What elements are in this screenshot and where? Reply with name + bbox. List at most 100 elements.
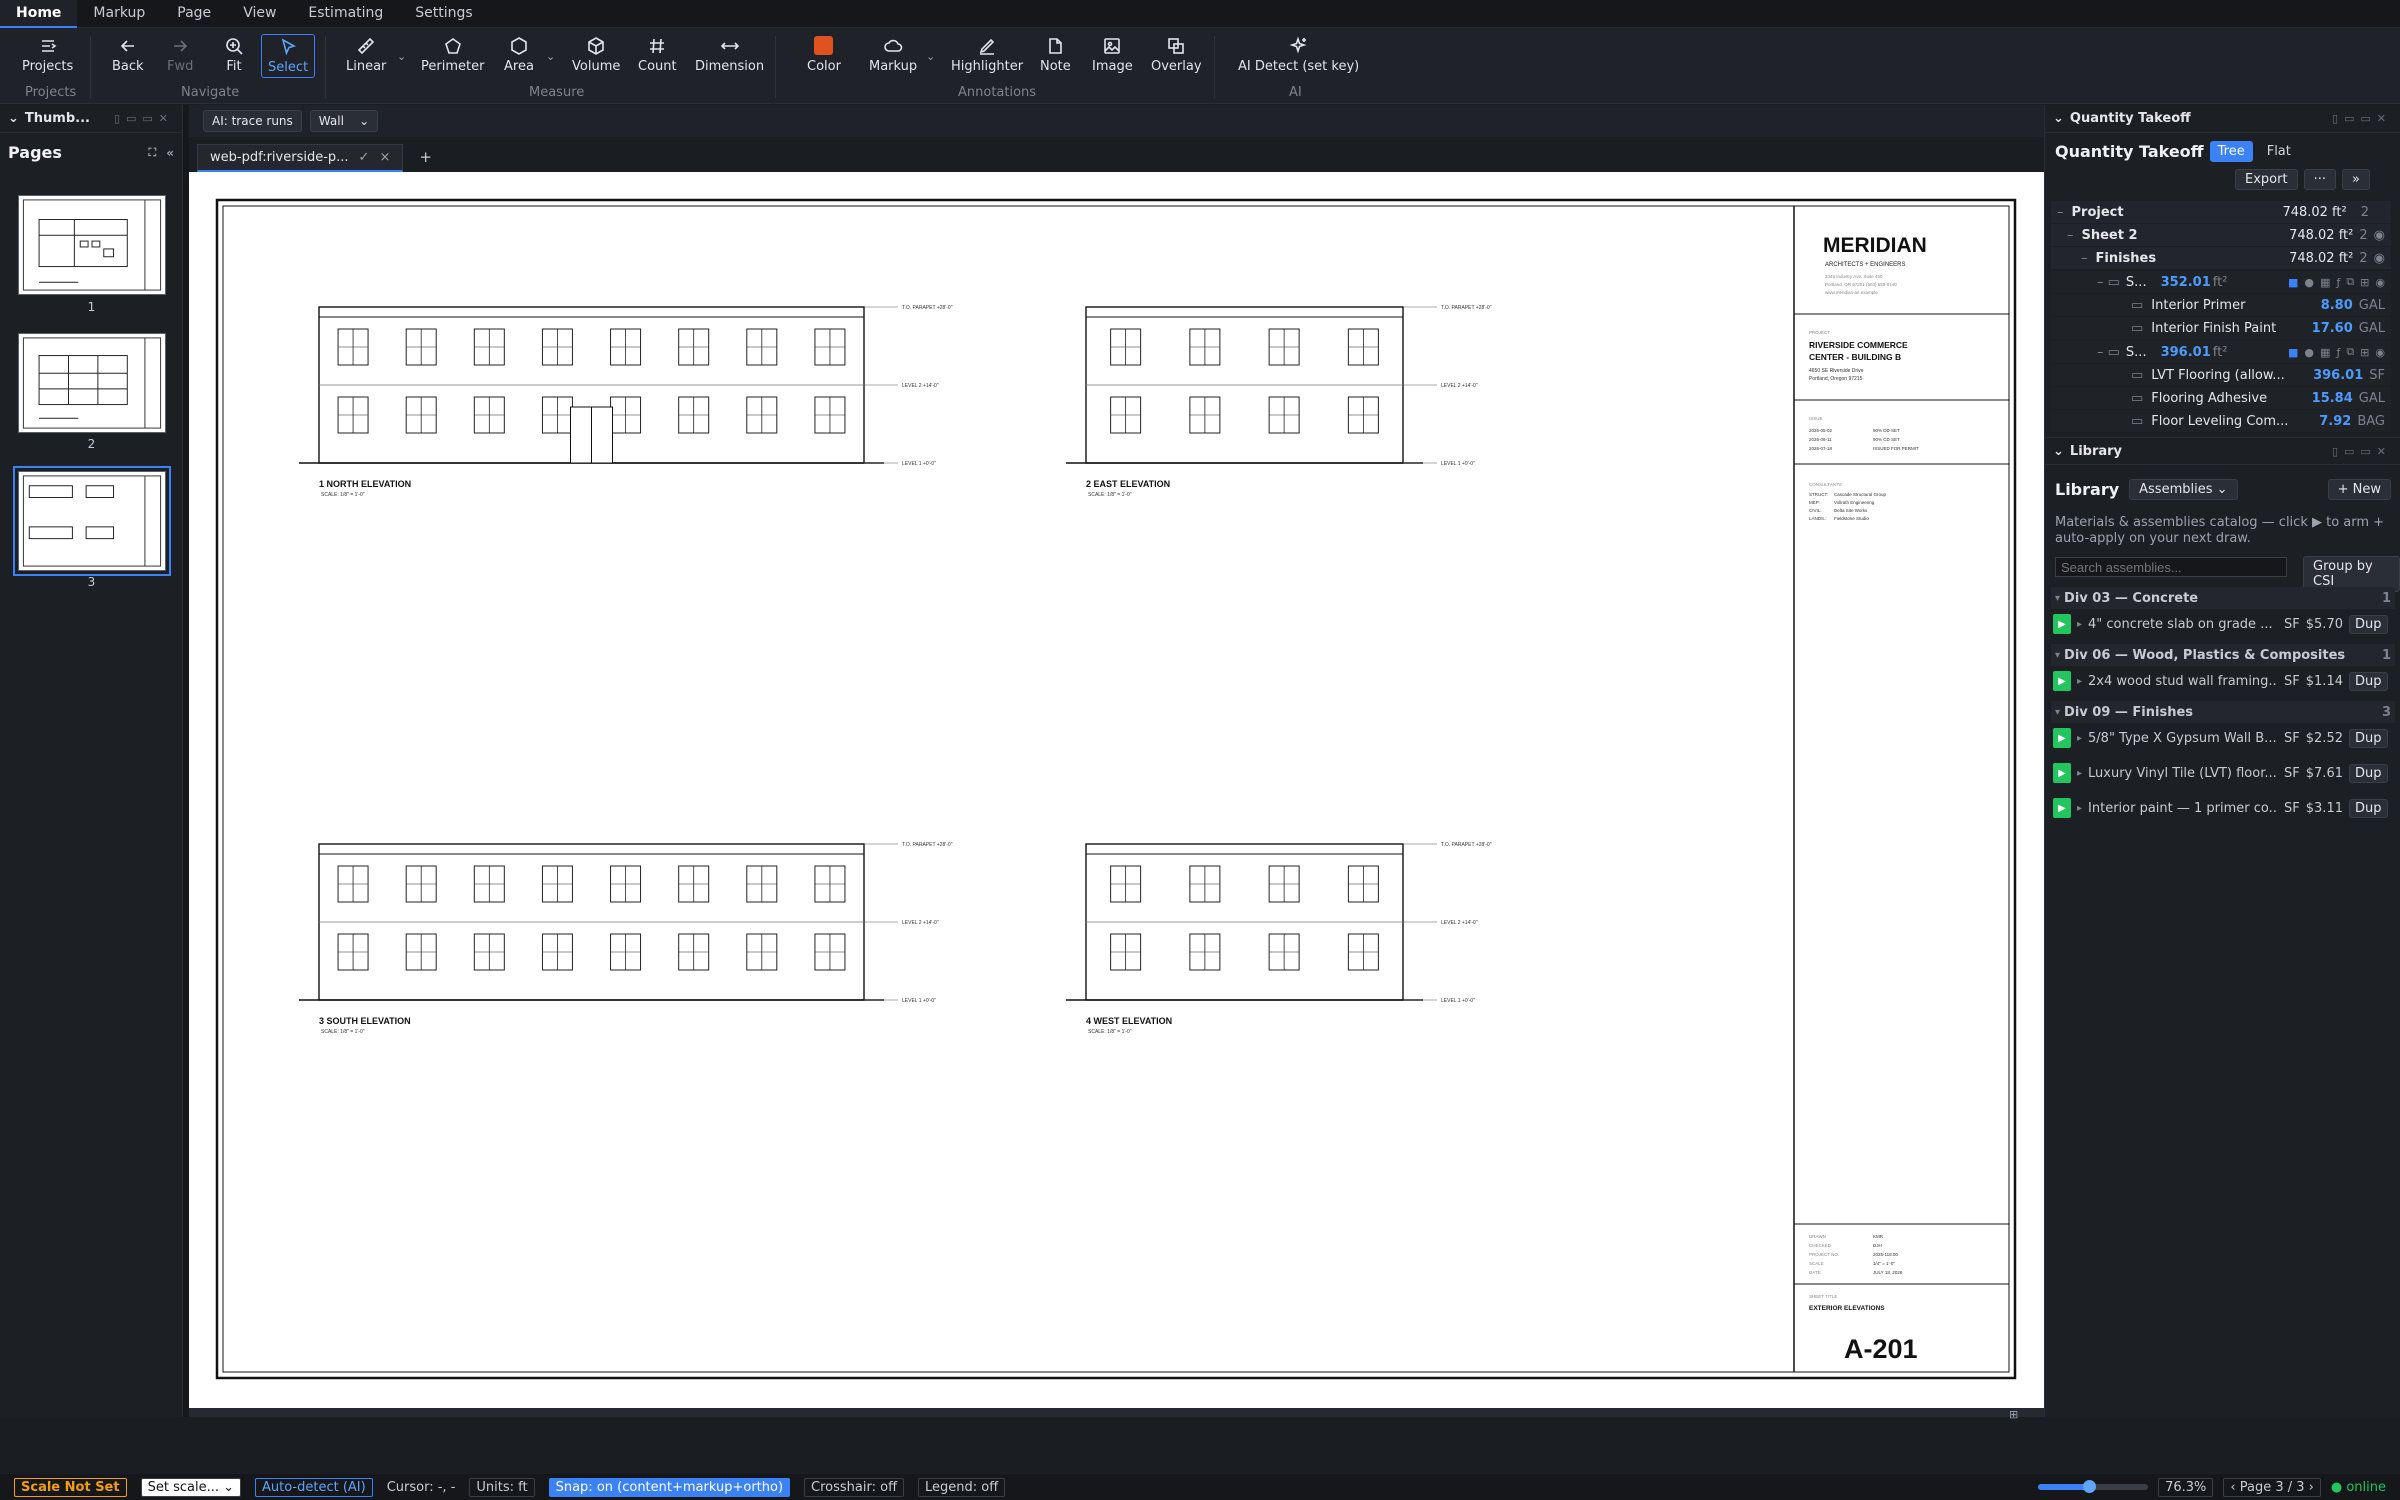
color-square-icon[interactable]: ■ [2288,346,2298,359]
tree-row-measurement-2[interactable]: – ▭ S... 396.01 ft² ■ ● ▦ ƒ ⧉ ⊞ ◉ [2051,341,2391,363]
collapse-icon[interactable]: ⌄ [8,111,19,126]
grid-icon[interactable]: ▦ [2320,276,2330,289]
assembly-row[interactable]: ▶ ▸ Interior paint — 1 primer co... SF $3.… [2053,795,2393,821]
scale-status-badge[interactable]: Scale Not Set [14,1477,127,1497]
grid-icon[interactable]: ▦ [2320,346,2330,359]
projects-button[interactable]: Projects [22,36,73,82]
export-button[interactable]: Export [2235,169,2298,190]
wall-type-select[interactable]: Wall ⌄ [309,110,379,132]
copy-icon[interactable]: ⧉ [2346,345,2354,359]
drawing-viewport[interactable]: T.O. PARAPET +28'-0" LEVEL 2 +14'-0" LEVEL… [189,172,2044,1421]
assembly-row[interactable]: ▶ ▸ 4" concrete slab on grade ... SF $5.70… [2053,611,2393,637]
markup-button[interactable]: Markup [869,36,917,82]
table-icon[interactable]: ⊞ [2360,276,2369,289]
markup-dropdown-icon[interactable]: ⌄ [926,50,935,63]
page-thumbnail-1[interactable] [18,195,166,295]
expand-icon[interactable]: ▸ [2077,619,2082,630]
eye-icon[interactable]: ◉ [2375,346,2385,359]
image-button[interactable]: Image [1092,36,1133,82]
units-button[interactable]: Units: ft [469,1477,535,1497]
tree-row-interior-primer[interactable]: ▭ Interior Primer 8.80 GAL [2051,294,2391,316]
linear-dropdown-icon[interactable]: ⌄ [397,50,406,63]
division-wood[interactable]: ▾ Div 06 — Wood, Plastics & Composites 1 [2051,644,2395,666]
expand-icon[interactable]: ▸ [2077,733,2082,744]
zoom-slider[interactable] [2038,1480,2149,1493]
fit-button[interactable]: Fit [224,36,244,82]
play-icon[interactable]: ▶ [2053,763,2071,783]
maximize-icon[interactable]: ⛶ [149,146,157,160]
flat-view-toggle[interactable]: Flat [2259,141,2299,162]
copy-icon[interactable]: ⧉ [2346,275,2354,289]
panel-dock-icons[interactable]: ▯▭▭✕ [2332,445,2392,458]
tree-row-flooring-adhesive[interactable]: ▭ Flooring Adhesive 15.84 GAL [2051,387,2391,409]
tag-icon[interactable]: ● [2304,276,2314,289]
note-button[interactable]: Note [1040,36,1071,82]
tree-view-toggle[interactable]: Tree [2209,141,2253,162]
set-scale-select[interactable]: Set scale... ⌄ [140,1477,241,1497]
division-finishes[interactable]: ▾ Div 09 — Finishes 3 [2051,701,2395,723]
minimap-toggle-icon[interactable]: ⊞ [2009,1408,2018,1421]
next-page-button[interactable]: › [2309,1480,2314,1495]
color-button[interactable]: Color [807,36,841,82]
play-icon[interactable]: ▶ [2053,798,2071,818]
eye-icon[interactable]: ◉ [2374,251,2385,266]
tree-row-floor-leveling[interactable]: ▭ Floor Leveling Com... 7.92 BAG [2051,410,2391,432]
legend-toggle[interactable]: Legend: off [918,1477,1006,1497]
assembly-row[interactable]: ▶ ▸ 5/8" Type X Gypsum Wall B... SF $2.52 … [2053,725,2393,751]
duplicate-button[interactable]: Dup [2348,614,2388,634]
collapse-icon[interactable]: ⌄ [2053,111,2064,126]
tab-home[interactable]: Home [0,0,78,28]
tag-icon[interactable]: ● [2304,346,2314,359]
drawing-sheet[interactable]: T.O. PARAPET +28'-0" LEVEL 2 +14'-0" LEVEL… [189,172,2044,1408]
highlighter-button[interactable]: Highlighter [951,36,1023,82]
document-tab[interactable]: web-pdf:riverside-p... ✓ × [197,144,404,172]
tab-page[interactable]: Page [161,0,227,28]
forward-button[interactable]: Fwd [167,36,193,82]
library-type-select[interactable]: Assemblies ⌄ [2129,479,2238,500]
tab-settings[interactable]: Settings [399,0,488,28]
play-icon[interactable]: ▶ [2053,671,2071,691]
panel-dock-icons[interactable]: ▯▭▭✕ [114,112,174,125]
new-tab-button[interactable]: + [403,142,448,172]
overlay-button[interactable]: Overlay [1151,36,1202,82]
duplicate-button[interactable]: Dup [2348,798,2388,818]
snap-toggle[interactable]: Snap: on (content+markup+ortho) [548,1477,791,1497]
tab-estimating[interactable]: Estimating [292,0,399,28]
linear-button[interactable]: Linear [346,36,386,82]
formula-icon[interactable]: ƒ [2336,346,2340,359]
tree-row-measurement-1[interactable]: – ▭ S... 352.01 ft² ■ ● ▦ ƒ ⧉ ⊞ ◉ [2051,271,2391,293]
new-assembly-button[interactable]: + New [2327,479,2391,500]
eye-icon[interactable]: ◉ [2375,276,2385,289]
assembly-row[interactable]: ▶ ▸ 2x4 wood stud wall framing... SF $1.14… [2053,668,2393,694]
tab-view[interactable]: View [227,0,292,28]
count-button[interactable]: Count [638,36,677,82]
tree-row-finishes[interactable]: – Finishes 748.02 ft² 2 ◉ [2051,247,2391,269]
crosshair-toggle[interactable]: Crosshair: off [804,1477,905,1497]
assembly-row[interactable]: ▶ ▸ Luxury Vinyl Tile (LVT) floor... SF $7… [2053,760,2393,786]
division-concrete[interactable]: ▾ Div 03 — Concrete 1 [2051,587,2395,609]
area-dropdown-icon[interactable]: ⌄ [546,50,555,63]
expand-icon[interactable]: ▸ [2077,803,2082,814]
duplicate-button[interactable]: Dup [2348,763,2388,783]
panel-dock-icons[interactable]: ▯▭▭✕ [2332,112,2392,125]
eye-icon[interactable]: ◉ [2374,228,2385,243]
area-button[interactable]: Area [504,36,534,82]
tree-row-sheet[interactable]: – Sheet 2 748.02 ft² 2 ◉ [2051,224,2391,246]
color-square-icon[interactable]: ■ [2288,276,2298,289]
ai-detect-button[interactable]: AI Detect (set key) [1238,36,1359,82]
tree-row-interior-finish-paint[interactable]: ▭ Interior Finish Paint 17.60 GAL [2051,317,2391,339]
collapse-left-icon[interactable]: « [166,146,174,160]
search-assemblies-input[interactable] [2055,557,2287,577]
ai-trace-runs-button[interactable]: AI: trace runs [203,110,302,132]
expand-panel-button[interactable]: » [2341,169,2370,190]
tab-markup[interactable]: Markup [77,0,161,28]
zoom-slider-handle[interactable] [2082,1480,2096,1493]
select-button[interactable]: Select [261,34,316,78]
duplicate-button[interactable]: Dup [2348,728,2388,748]
duplicate-button[interactable]: Dup [2348,671,2388,691]
dimension-button[interactable]: Dimension [695,36,764,82]
play-icon[interactable]: ▶ [2053,728,2071,748]
perimeter-button[interactable]: Perimeter [421,36,484,82]
collapse-icon[interactable]: ⌄ [2053,444,2064,459]
expand-icon[interactable]: ▸ [2077,676,2082,687]
